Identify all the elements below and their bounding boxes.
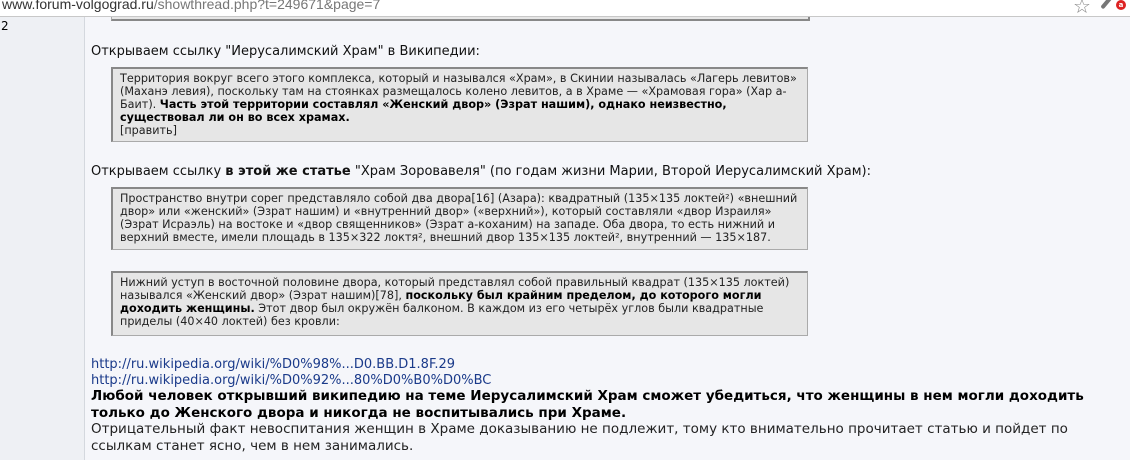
post-number: 2 bbox=[1, 19, 9, 33]
conclusion-text: Отрицательный факт невоспитания женщин в… bbox=[91, 421, 1068, 454]
wiki-link-2[interactable]: http://ru.wikipedia.org/wiki/%D0%92%...8… bbox=[91, 373, 491, 388]
update-badge: a bbox=[1116, 0, 1126, 10]
edit-link[interactable]: [править] bbox=[120, 124, 177, 137]
quote2-text: Пространство внутри сорег представляло с… bbox=[120, 192, 798, 244]
conclusion-bold: Любой человек открывший википедию на тем… bbox=[91, 388, 1084, 421]
quote-box-1: Территория вокруг всего этого комплекса,… bbox=[111, 67, 808, 142]
wiki-link-1[interactable]: http://ru.wikipedia.org/wiki/%D0%98%...D… bbox=[91, 357, 455, 372]
quote-box-2: Пространство внутри сорег представляло с… bbox=[111, 187, 808, 250]
url-path: /showthread.php?t=249671&page=7 bbox=[153, 0, 381, 12]
previous-quote-edge bbox=[111, 17, 810, 21]
url-host: www.forum-volgograd.ru bbox=[2, 0, 154, 12]
post-gutter: 2 bbox=[0, 17, 85, 460]
quote1-bold: Часть этой территории составлял «Женский… bbox=[120, 98, 727, 124]
wrench-menu-icon[interactable]: a bbox=[1100, 0, 1130, 16]
intro-paragraph-1: Открываем ссылку "Иерусалимский Храм" в … bbox=[91, 44, 480, 59]
intro2-pre: Открываем ссылку bbox=[91, 164, 226, 179]
quote-box-3: Нижний уступ в восточной половине двора,… bbox=[111, 271, 808, 336]
intro-paragraph-2: Открываем ссылку в этой же статье "Храм … bbox=[91, 164, 871, 179]
wrench-handle bbox=[1100, 0, 1114, 10]
url-text[interactable]: www.forum-volgograd.ru/showthread.php?t=… bbox=[2, 0, 380, 12]
bookmark-star-icon[interactable]: ☆ bbox=[1073, 0, 1091, 18]
address-bar[interactable]: www.forum-volgograd.ru/showthread.php?t=… bbox=[0, 0, 1130, 18]
intro2-bold: в этой же статье bbox=[225, 164, 351, 179]
intro2-post: "Храм Зоровавеля" (по годам жизни Марии,… bbox=[350, 164, 872, 179]
